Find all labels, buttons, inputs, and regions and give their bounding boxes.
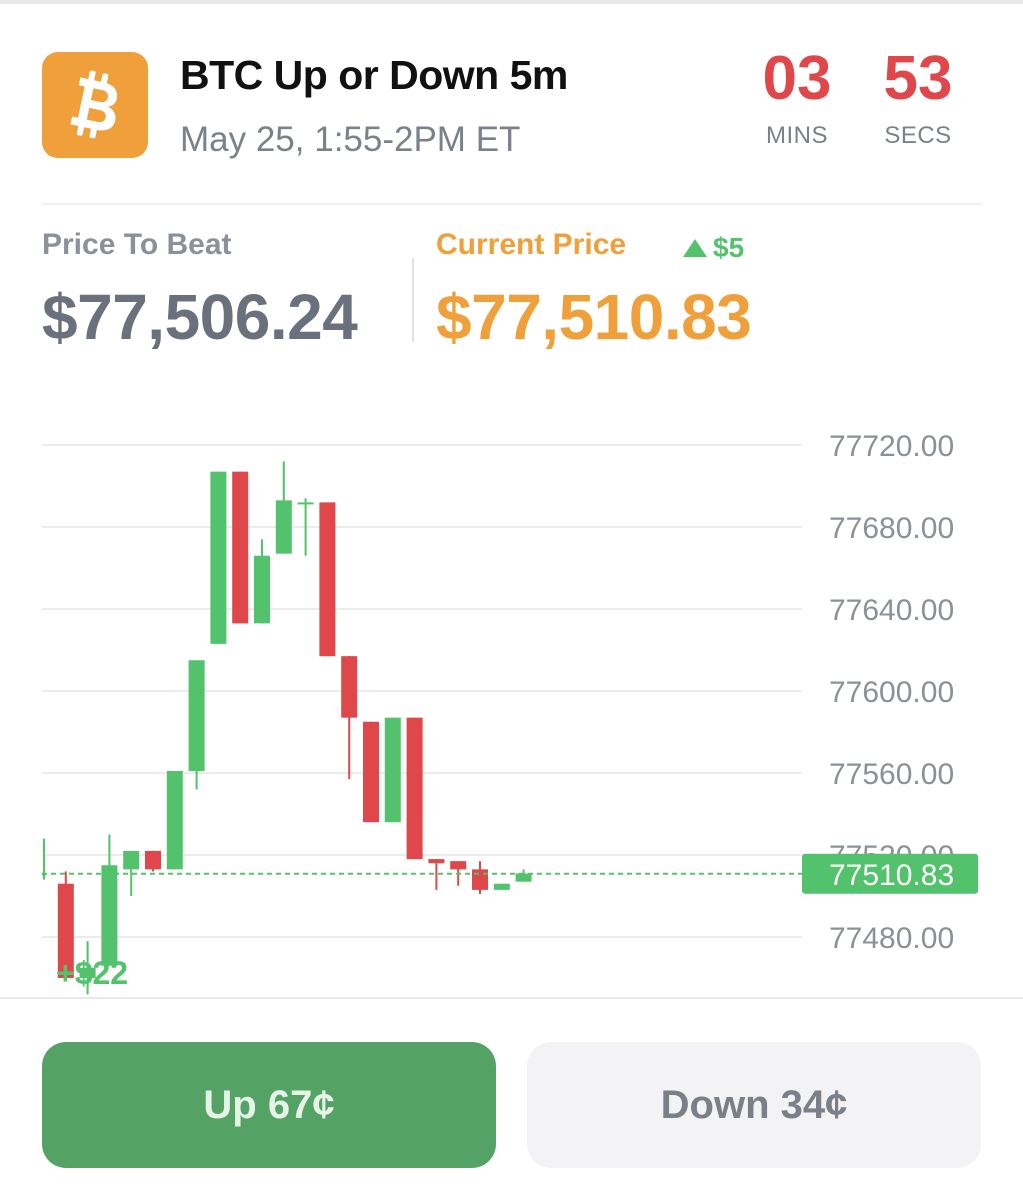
candle-up (101, 865, 118, 966)
bitcoin-symbol-icon (70, 70, 118, 139)
countdown-minutes-value: 03 (762, 44, 832, 113)
candle-up (166, 770, 183, 870)
candle-down (472, 869, 488, 890)
current-price-value: $77,510.83 (436, 281, 752, 353)
candle-up (275, 500, 292, 554)
candle-up (254, 555, 270, 624)
candle-down (319, 502, 336, 657)
buy-down-label: Down 34¢ (660, 1082, 848, 1127)
countdown-seconds: 53 SECS (868, 48, 968, 150)
countdown-seconds-label: SECS (884, 122, 952, 149)
countdown-seconds-value: 53 (883, 44, 953, 113)
y-tick-label: 77720.00 (829, 430, 954, 463)
floating-gain-label: +$22 (56, 955, 128, 991)
candle-up (384, 717, 401, 823)
market-subtitle: May 25, 1:55-2PM ET (180, 120, 521, 159)
y-tick-label: 77480.00 (829, 922, 954, 955)
current-price-tag-label: 77510.83 (829, 859, 954, 892)
candle-up (210, 471, 227, 644)
price-to-beat-value: $77,506.24 (42, 281, 358, 353)
price-chart[interactable]: 77720.00 77680.00 77640.00 77600.00 77560.00… (0, 400, 1023, 1000)
buy-up-label: Up 67¢ (203, 1082, 335, 1127)
candle-down (363, 721, 379, 823)
header-divider (42, 203, 982, 205)
y-tick-label: 77560.00 (829, 758, 954, 791)
triangle-up-icon (683, 239, 707, 257)
candle-down (341, 656, 358, 718)
price-divider (412, 258, 414, 342)
top-divider (0, 0, 1023, 4)
price-change-value: $5 (713, 232, 745, 263)
candle-down (145, 850, 161, 870)
bottom-divider (0, 997, 1023, 999)
price-change: $5 (683, 232, 744, 264)
countdown-minutes: 03 MINS (747, 48, 847, 150)
candle-up (493, 883, 510, 890)
bitcoin-logo-icon (42, 52, 148, 158)
countdown-minutes-label: MINS (766, 122, 828, 149)
y-tick-label: 77640.00 (829, 594, 954, 627)
candle-up (297, 502, 314, 505)
buy-up-button[interactable]: Up 67¢ (42, 1042, 496, 1168)
candle-down (406, 717, 423, 860)
candle-up (123, 850, 140, 870)
candle-down (232, 471, 249, 624)
candle-down (428, 859, 445, 864)
buy-down-button[interactable]: Down 34¢ (527, 1042, 981, 1168)
y-tick-label: 77680.00 (829, 512, 954, 545)
y-tick-label: 77600.00 (829, 676, 954, 709)
candle-up (188, 660, 205, 771)
price-to-beat-label: Price To Beat (42, 228, 232, 261)
market-title: BTC Up or Down 5m (180, 52, 568, 98)
price-to-beat: Price To Beat $77,506.24 (42, 228, 358, 354)
candle-down (450, 861, 467, 870)
